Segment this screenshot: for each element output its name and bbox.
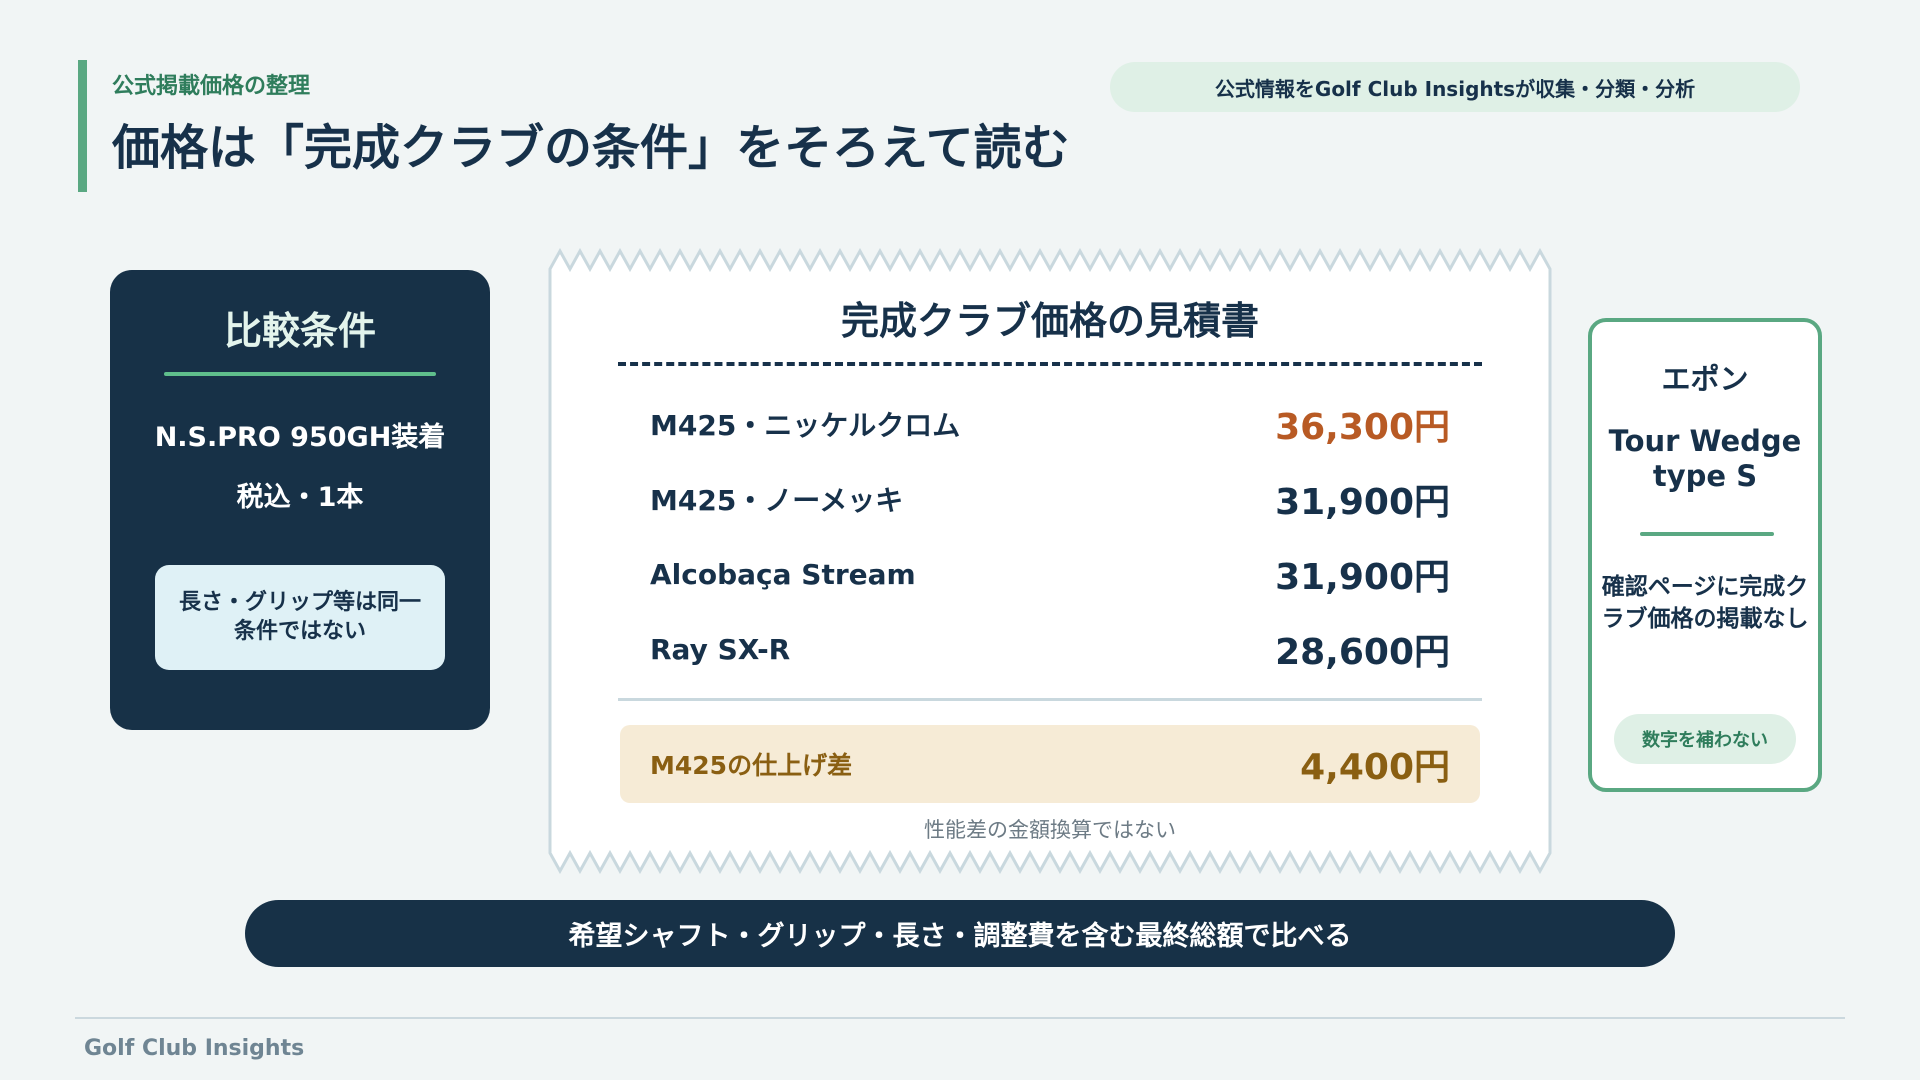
price-row-label: M425・ニッケルクロム xyxy=(650,409,961,442)
conditions-note: 長さ・グリップ等は同一条件ではない xyxy=(155,565,445,670)
price-row: M425・ニッケルクロム 36,300円 xyxy=(650,399,1450,449)
price-row-value: 28,600円 xyxy=(1275,632,1450,673)
epon-brand: エポン xyxy=(1661,362,1749,396)
receipt-title: 完成クラブ価格の見積書 xyxy=(840,299,1259,343)
conclusion-banner: 希望シャフト・グリップ・長さ・調整費を含む最終総額で比べる xyxy=(245,900,1675,967)
epon-model: Tour Wedge type S xyxy=(1608,424,1802,493)
title-accent-bar xyxy=(78,60,87,192)
price-row-label: Ray SX-R xyxy=(650,632,791,666)
epon-divider xyxy=(1640,532,1774,536)
price-row-label: M425・ノーメッキ xyxy=(650,484,904,517)
price-row-value: 36,300円 xyxy=(1275,407,1450,448)
difference-footnote: 性能差の金額換算ではない xyxy=(924,818,1176,842)
price-row-value: 31,900円 xyxy=(1275,482,1450,523)
price-row-label: Alcobaça Stream xyxy=(650,557,916,591)
finish-difference-label: M425の仕上げ差 xyxy=(650,751,853,780)
conditions-title: 比較条件 xyxy=(223,309,376,353)
epon-card: エポン Tour Wedge type S 確認ページに完成クラブ価格の掲載なし… xyxy=(1588,318,1822,792)
footer-brand: Golf Club Insights xyxy=(84,1036,305,1061)
conditions-divider xyxy=(164,372,436,376)
condition-tax: 税込・1本 xyxy=(236,482,364,513)
price-row-value: 31,900円 xyxy=(1275,557,1450,598)
source-pill: 公式情報をGolf Club Insightsが収集・分類・分析 xyxy=(1110,62,1800,112)
price-row: M425・ノーメッキ 31,900円 xyxy=(650,474,1450,524)
page-title: 価格は「完成クラブの条件」をそろえて読む xyxy=(112,120,1070,176)
condition-shaft: N.S.PRO 950GH装着 xyxy=(154,422,446,453)
footer-divider xyxy=(75,1017,1845,1019)
conditions-card: 比較条件 N.S.PRO 950GH装着 税込・1本 長さ・グリップ等は同一条件… xyxy=(110,270,490,730)
finish-difference-value: 4,400円 xyxy=(1300,747,1450,788)
receipt-total-divider xyxy=(618,698,1482,701)
price-row: Alcobaça Stream 31,900円 xyxy=(650,549,1450,599)
epon-badge: 数字を補わない xyxy=(1614,714,1796,764)
finish-difference-box: M425の仕上げ差 4,400円 xyxy=(620,725,1480,803)
price-row: Ray SX-R 28,600円 xyxy=(650,624,1450,674)
receipt-dashed-divider xyxy=(618,362,1482,366)
epon-note: 確認ページに完成クラブ価格の掲載なし xyxy=(1601,574,1809,632)
section-kicker: 公式掲載価格の整理 xyxy=(112,74,311,99)
